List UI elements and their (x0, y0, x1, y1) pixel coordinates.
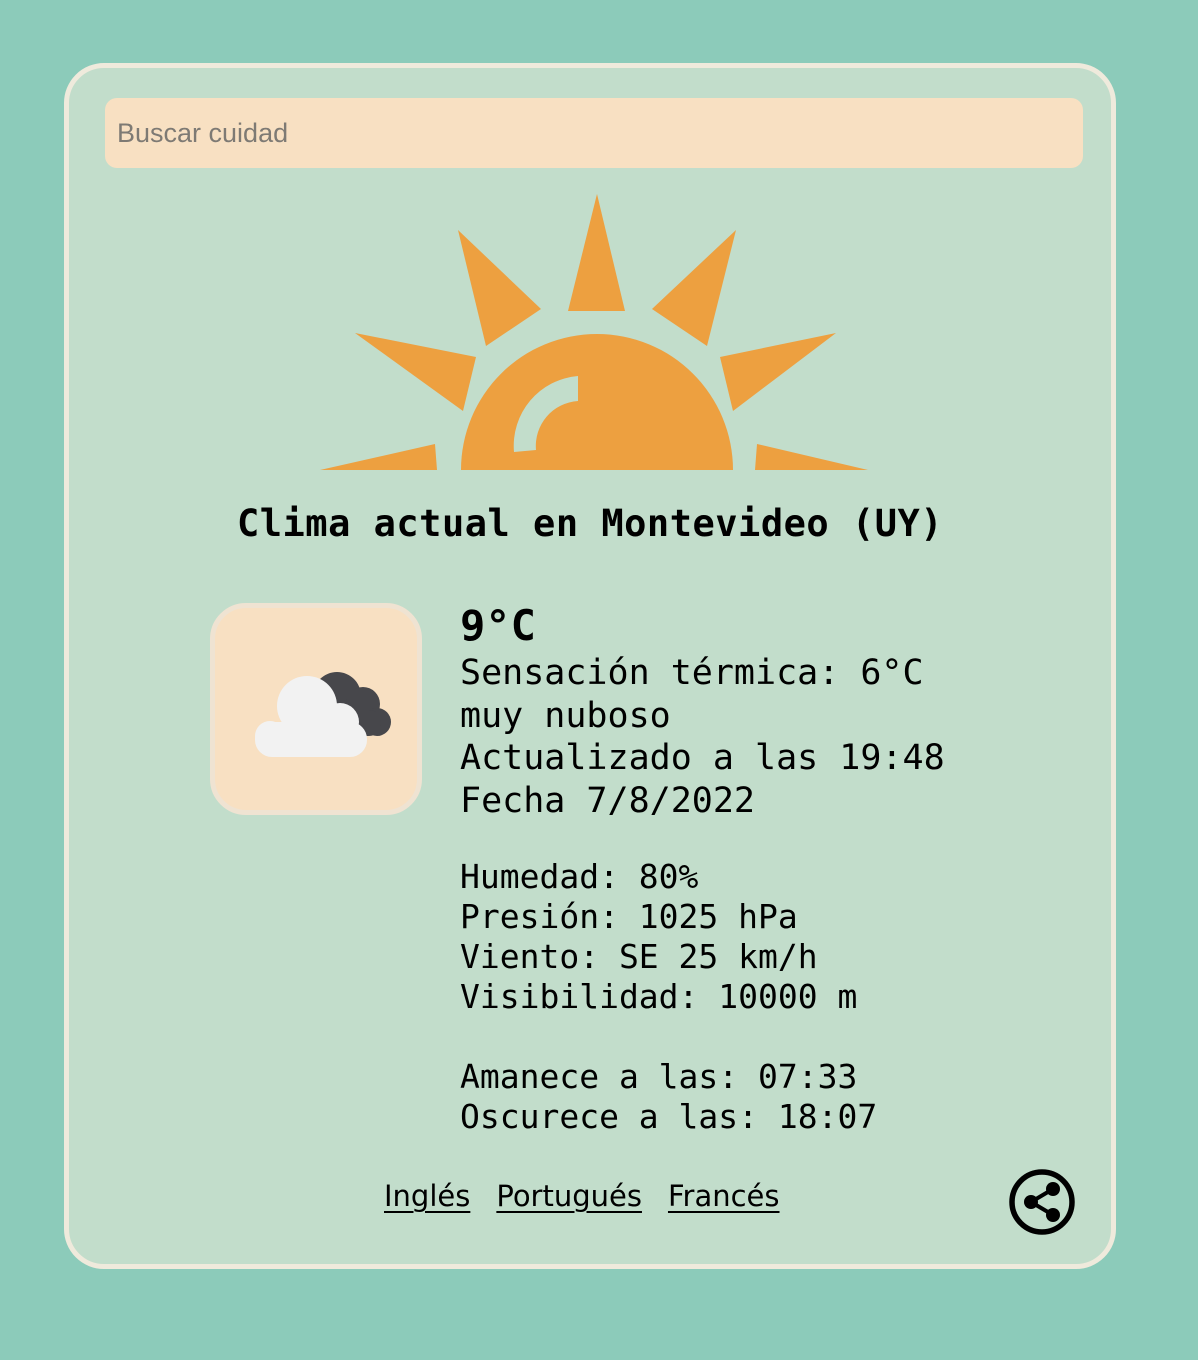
humidity: Humedad: 80% (460, 857, 699, 896)
weather-icon-box (210, 603, 422, 815)
lang-link-portuguese[interactable]: Portugués (496, 1179, 642, 1213)
date: Fecha 7/8/2022 (460, 780, 756, 821)
sunset: Oscurece a las: 18:07 (460, 1097, 878, 1136)
weather-info: 9°C Sensación térmica: 6°C muy nuboso Ac… (460, 600, 1080, 1137)
search-input[interactable] (105, 98, 1083, 168)
cloudy-icon (255, 672, 391, 757)
weather-card: Clima actual en Montevideo (UY) 9°C Sens… (64, 63, 1116, 1269)
updated-time: Actualizado a las 19:48 (460, 738, 945, 778)
lang-link-french[interactable]: Francés (668, 1179, 780, 1213)
pressure: Presión: 1025 hPa (460, 897, 798, 936)
sun-times-block: Amanece a las: 07:33 Oscurece a las: 18:… (460, 1057, 1080, 1137)
temperature: 9°C (460, 601, 536, 650)
language-links: Inglés Portugués Francés (384, 1179, 780, 1213)
feels-like: Sensación térmica: 6°C (460, 653, 924, 693)
details-block: Humedad: 80% Presión: 1025 hPa Viento: S… (460, 857, 1080, 1017)
wind: Viento: SE 25 km/h (460, 937, 818, 976)
page-title: Clima actual en Montevideo (UY) (236, 502, 944, 545)
lang-link-english[interactable]: Inglés (384, 1179, 470, 1213)
visibility: Visibilidad: 10000 m (460, 977, 858, 1016)
sunrise: Amanece a las: 07:33 (460, 1057, 858, 1096)
weather-description: muy nuboso (460, 695, 671, 736)
share-icon[interactable] (1007, 1167, 1077, 1237)
sunset-logo-icon (320, 194, 868, 470)
